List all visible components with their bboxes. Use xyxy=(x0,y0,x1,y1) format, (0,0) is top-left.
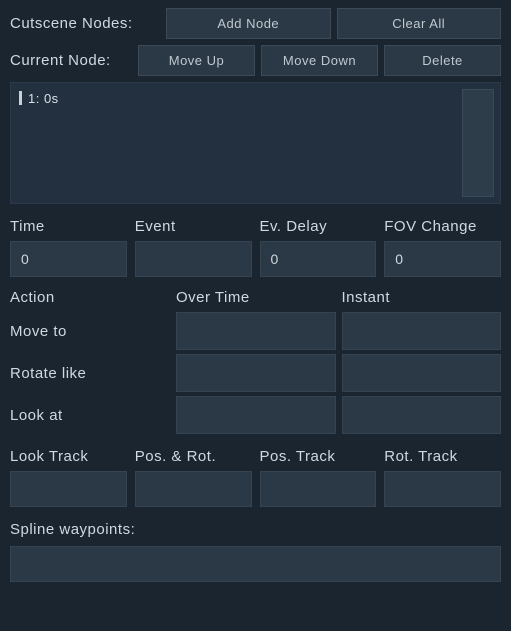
add-node-button[interactable]: Add Node xyxy=(166,8,331,39)
move-to-label: Move to xyxy=(10,323,170,340)
pos-track-col: Pos. Track xyxy=(260,448,377,507)
fov-change-label: FOV Change xyxy=(384,218,501,235)
node-list-scrollbar[interactable] xyxy=(462,89,494,197)
rot-track-slot[interactable] xyxy=(384,471,501,507)
rotate-like-over-time-slot[interactable] xyxy=(176,354,336,392)
cutscene-nodes-label: Cutscene Nodes: xyxy=(10,15,160,32)
look-track-slot[interactable] xyxy=(10,471,127,507)
current-node-label: Current Node: xyxy=(10,52,132,69)
spline-section: Spline waypoints: xyxy=(10,521,501,582)
current-node-row: Current Node: Move Up Move Down Delete xyxy=(10,45,501,76)
action-head: Action xyxy=(10,289,170,308)
tracks-row: Look Track Pos. & Rot. Pos. Track Rot. T… xyxy=(10,448,501,507)
look-track-col: Look Track xyxy=(10,448,127,507)
fields-row: Time Event Ev. Delay FOV Change xyxy=(10,218,501,277)
look-track-label: Look Track xyxy=(10,448,127,465)
event-input[interactable] xyxy=(135,241,252,277)
pos-track-label: Pos. Track xyxy=(260,448,377,465)
ev-delay-col: Ev. Delay xyxy=(260,218,377,277)
move-down-button[interactable]: Move Down xyxy=(261,45,378,76)
move-to-instant-slot[interactable] xyxy=(342,312,502,350)
rotate-like-instant-slot[interactable] xyxy=(342,354,502,392)
event-col: Event xyxy=(135,218,252,277)
pos-track-slot[interactable] xyxy=(260,471,377,507)
ev-delay-label: Ev. Delay xyxy=(260,218,377,235)
move-up-button[interactable]: Move Up xyxy=(138,45,255,76)
pos-rot-col: Pos. & Rot. xyxy=(135,448,252,507)
time-label: Time xyxy=(10,218,127,235)
fov-change-input[interactable] xyxy=(384,241,501,277)
look-at-over-time-slot[interactable] xyxy=(176,396,336,434)
action-grid: Action Over Time Instant Move to Rotate … xyxy=(10,289,501,434)
spline-label: Spline waypoints: xyxy=(10,521,501,538)
cutscene-nodes-row: Cutscene Nodes: Add Node Clear All xyxy=(10,8,501,39)
pos-rot-label: Pos. & Rot. xyxy=(135,448,252,465)
spline-waypoints-slot[interactable] xyxy=(10,546,501,582)
look-at-instant-slot[interactable] xyxy=(342,396,502,434)
look-at-label: Look at xyxy=(10,407,170,424)
node-list[interactable]: 1: 0s xyxy=(10,82,501,204)
move-to-over-time-slot[interactable] xyxy=(176,312,336,350)
rot-track-label: Rot. Track xyxy=(384,448,501,465)
instant-head: Instant xyxy=(342,289,502,308)
over-time-head: Over Time xyxy=(176,289,336,308)
rot-track-col: Rot. Track xyxy=(384,448,501,507)
list-item[interactable]: 1: 0s xyxy=(17,89,458,107)
time-input[interactable] xyxy=(10,241,127,277)
node-item-label: 1: 0s xyxy=(28,91,59,106)
rotate-like-label: Rotate like xyxy=(10,365,170,382)
node-list-body: 1: 0s xyxy=(17,89,458,197)
ev-delay-input[interactable] xyxy=(260,241,377,277)
clear-all-button[interactable]: Clear All xyxy=(337,8,502,39)
fov-change-col: FOV Change xyxy=(384,218,501,277)
selection-marker-icon xyxy=(19,91,22,105)
event-label: Event xyxy=(135,218,252,235)
pos-rot-slot[interactable] xyxy=(135,471,252,507)
time-col: Time xyxy=(10,218,127,277)
delete-button[interactable]: Delete xyxy=(384,45,501,76)
